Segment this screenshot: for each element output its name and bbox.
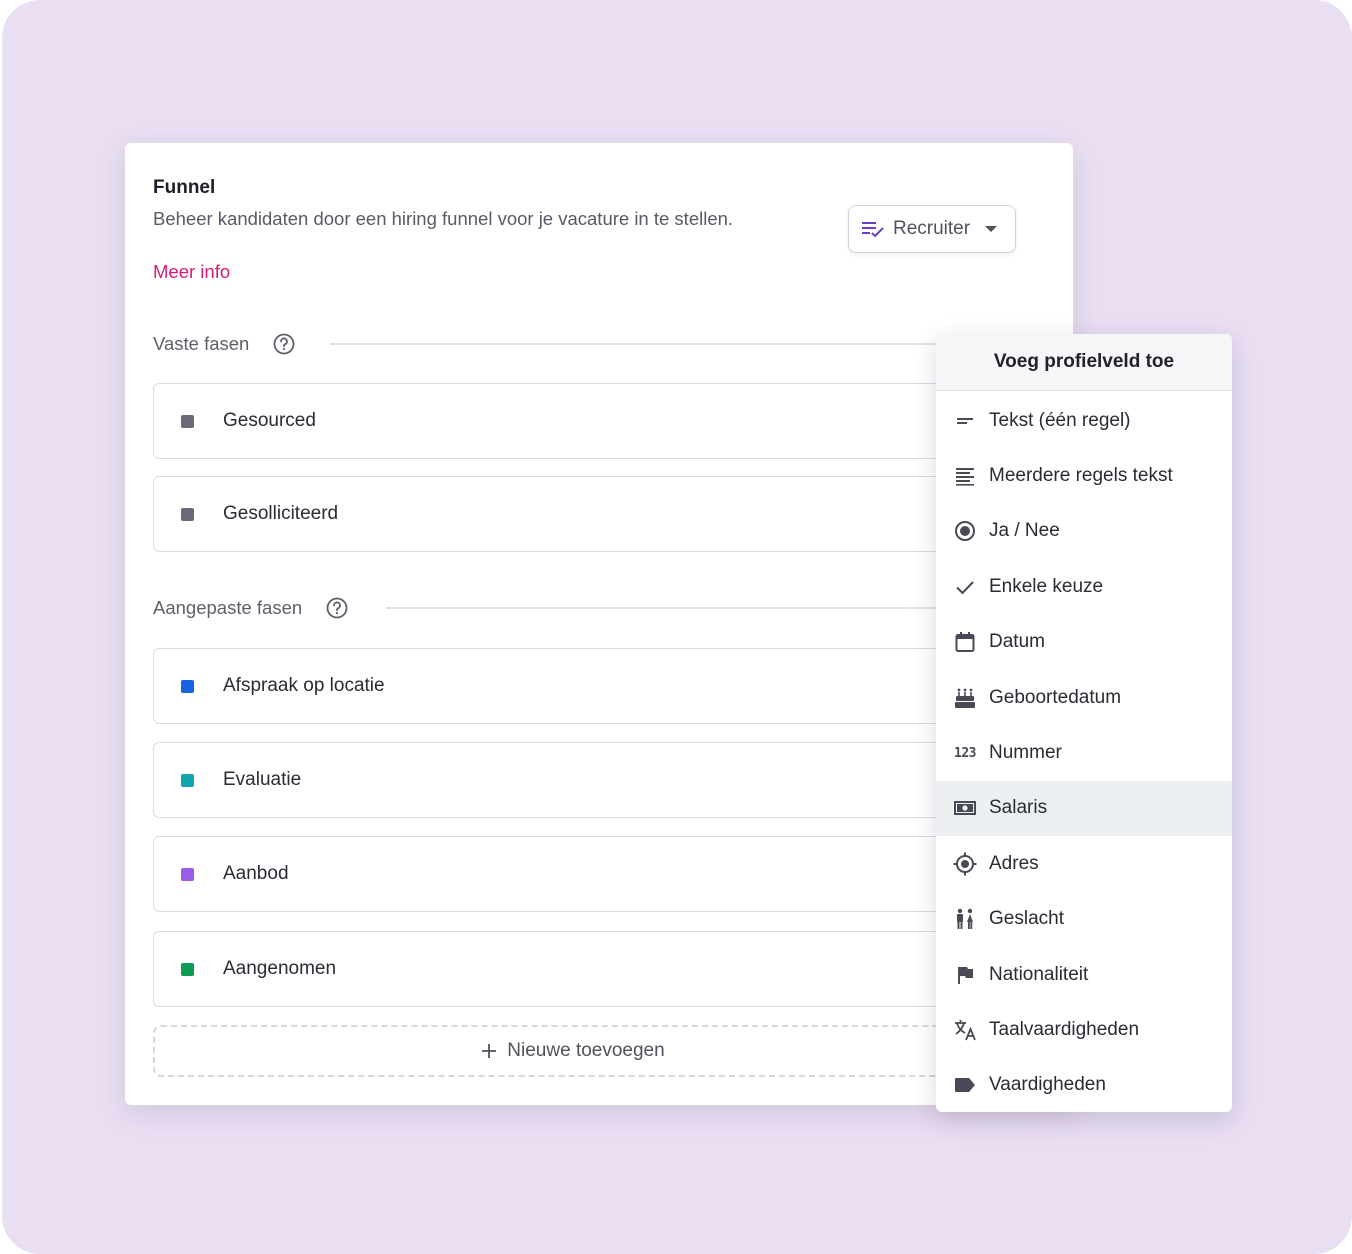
menu-item-gender[interactable]: Geslacht bbox=[936, 892, 1232, 947]
menu-item-label: Geslacht bbox=[989, 908, 1064, 930]
menu-item-label: Datum bbox=[989, 631, 1045, 653]
add-new-label: Nieuwe toevoegen bbox=[507, 1040, 665, 1061]
gender-icon bbox=[952, 906, 978, 932]
menu-item-single-choice[interactable]: Enkele keuze bbox=[936, 559, 1232, 614]
custom-stages-label: Aangepaste fasen bbox=[153, 597, 303, 618]
section-divider bbox=[386, 607, 993, 609]
section-divider bbox=[330, 343, 993, 345]
card-title: Funnel bbox=[153, 177, 216, 198]
stage-name: Aanbod bbox=[223, 863, 289, 884]
flag-icon bbox=[952, 962, 978, 988]
menu-item-date[interactable]: Datum bbox=[936, 615, 1232, 670]
menu-list: Tekst (één regel) Meerdere regels tekst … bbox=[936, 391, 1232, 1112]
list-check-icon bbox=[861, 219, 885, 239]
stage-row-afspraak[interactable]: Afspraak op locatie bbox=[153, 648, 993, 724]
location-target-icon bbox=[952, 851, 978, 877]
multiline-text-icon bbox=[952, 463, 978, 489]
menu-item-nationality[interactable]: Nationaliteit bbox=[936, 947, 1232, 1002]
menu-item-salary[interactable]: Salaris bbox=[936, 780, 1232, 837]
custom-stages-heading: Aangepaste fasen bbox=[153, 597, 348, 619]
help-icon[interactable] bbox=[273, 333, 295, 355]
radio-button-icon bbox=[952, 518, 978, 544]
caret-down-icon bbox=[984, 225, 998, 233]
more-info-link[interactable]: Meer info bbox=[153, 261, 230, 283]
menu-item-label: Nationaliteit bbox=[989, 963, 1089, 985]
menu-item-label: Nummer bbox=[989, 742, 1062, 764]
menu-item-yes-no[interactable]: Ja / Nee bbox=[936, 504, 1232, 559]
menu-item-birthdate[interactable]: Geboortedatum bbox=[936, 670, 1232, 725]
stage-name: Aangenomen bbox=[223, 958, 337, 979]
menu-item-skills[interactable]: Vaardigheden bbox=[936, 1058, 1232, 1112]
menu-item-label: Adres bbox=[989, 852, 1039, 874]
stage-row-gesolliciteerd[interactable]: Gesolliciteerd bbox=[153, 476, 993, 552]
recruiter-dropdown-button[interactable]: Recruiter bbox=[848, 205, 1016, 253]
menu-item-label: Meerdere regels tekst bbox=[989, 465, 1173, 487]
recruiter-label: Recruiter bbox=[893, 218, 971, 239]
menu-item-label: Taalvaardigheden bbox=[989, 1018, 1140, 1040]
translate-icon bbox=[952, 1017, 978, 1043]
menu-item-label: Enkele keuze bbox=[989, 575, 1104, 597]
numbers-glyph: 123 bbox=[954, 745, 976, 761]
stage-row-evaluatie[interactable]: Evaluatie bbox=[153, 742, 993, 818]
add-new-stage-button[interactable]: Nieuwe toevoegen bbox=[153, 1025, 993, 1077]
check-icon bbox=[952, 574, 978, 600]
stage-row-gesourced[interactable]: Gesourced bbox=[153, 383, 993, 459]
funnel-card: Funnel Beheer kandidaten door een hiring… bbox=[125, 143, 1073, 1105]
stage-row-aangenomen[interactable]: Aangenomen bbox=[153, 931, 993, 1007]
stage-name: Gesourced bbox=[223, 410, 316, 431]
numbers-icon: 123 bbox=[952, 740, 978, 766]
stage-color-swatch bbox=[181, 962, 194, 976]
short-text-icon bbox=[952, 408, 978, 434]
birthday-cake-icon bbox=[952, 685, 978, 711]
add-profile-field-menu: Voeg profielveld toe Tekst (één regel) M… bbox=[936, 334, 1232, 1112]
calendar-icon bbox=[952, 629, 978, 655]
menu-title: Voeg profielveld toe bbox=[936, 334, 1232, 391]
menu-item-multiline-text[interactable]: Meerdere regels tekst bbox=[936, 448, 1232, 503]
money-icon bbox=[952, 795, 978, 821]
menu-item-label: Salaris bbox=[989, 797, 1048, 819]
stage-color-swatch bbox=[181, 414, 194, 428]
background-canvas: Funnel Beheer kandidaten door een hiring… bbox=[2, 0, 1352, 1254]
stage-color-swatch bbox=[181, 867, 194, 881]
menu-item-label: Ja / Nee bbox=[989, 520, 1060, 542]
menu-item-number[interactable]: 123 Nummer bbox=[936, 725, 1232, 780]
stage-color-swatch bbox=[181, 679, 194, 693]
stage-row-aanbod[interactable]: Aanbod bbox=[153, 836, 993, 912]
help-icon[interactable] bbox=[326, 597, 348, 619]
plus-icon bbox=[481, 1043, 497, 1059]
fixed-stages-heading: Vaste fasen bbox=[153, 333, 295, 355]
stage-color-swatch bbox=[181, 773, 194, 787]
menu-item-language-skills[interactable]: Taalvaardigheden bbox=[936, 1002, 1232, 1057]
stage-name: Evaluatie bbox=[223, 769, 302, 790]
stage-color-swatch bbox=[181, 507, 194, 521]
fixed-stages-label: Vaste fasen bbox=[153, 333, 250, 354]
stage-name: Afspraak op locatie bbox=[223, 675, 385, 696]
menu-item-label: Geboortedatum bbox=[989, 686, 1122, 708]
stage-name: Gesolliciteerd bbox=[223, 503, 339, 524]
menu-item-label: Vaardigheden bbox=[989, 1074, 1106, 1096]
menu-item-single-line-text[interactable]: Tekst (één regel) bbox=[936, 393, 1232, 448]
label-tag-icon bbox=[952, 1072, 978, 1098]
card-description: Beheer kandidaten door een hiring funnel… bbox=[153, 208, 734, 229]
menu-item-label: Tekst (één regel) bbox=[989, 409, 1131, 431]
menu-item-address[interactable]: Adres bbox=[936, 836, 1232, 891]
